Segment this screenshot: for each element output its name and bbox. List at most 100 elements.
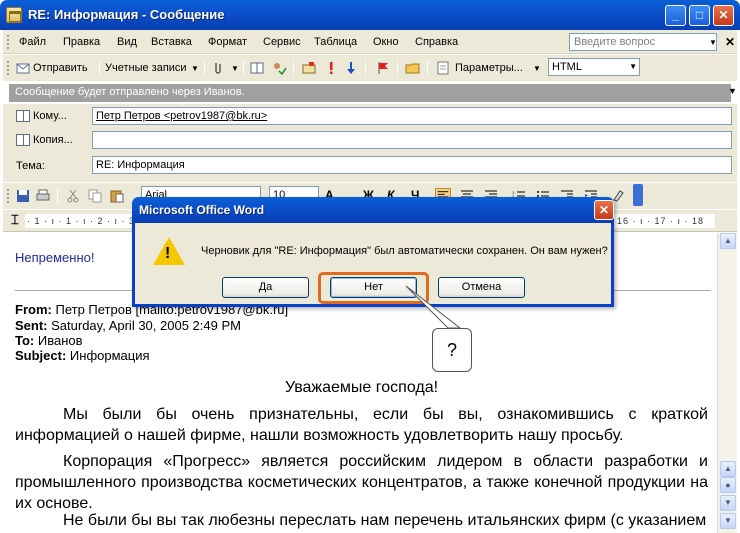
options-button[interactable]: Параметры... — [455, 62, 523, 74]
sent-label: Sent: — [15, 318, 48, 333]
copy-icon[interactable] — [87, 188, 103, 204]
message-format-select[interactable]: HTML ▼ — [548, 58, 640, 76]
menu-format[interactable]: Формат — [208, 36, 247, 48]
flag-envelope-icon[interactable] — [301, 60, 317, 76]
chevron-down-icon[interactable]: ▼ — [709, 38, 717, 47]
menu-edit[interactable]: Правка — [63, 36, 100, 48]
message-icon — [6, 7, 22, 23]
standard-toolbar: Отправить Учетные записи ▼ ▼ Параметры..… — [3, 55, 737, 81]
dialog-close-button[interactable]: ✕ — [594, 200, 614, 220]
menu-table[interactable]: Таблица — [314, 36, 357, 48]
subject-field[interactable]: RE: Информация — [92, 156, 732, 174]
toolbar-separator — [57, 188, 58, 204]
to-button[interactable]: Кому... — [16, 110, 67, 122]
document-icon — [437, 61, 449, 75]
cc-button[interactable]: Копия... — [16, 134, 73, 146]
window-title: RE: Информация - Сообщение — [28, 7, 225, 22]
chevron-down-icon[interactable]: ▼ — [533, 64, 541, 73]
to-line: To: Иванов — [15, 333, 83, 348]
toolbar-separator — [427, 60, 428, 76]
to-value: Иванов — [37, 333, 83, 348]
greeting: Уважаемые господа! — [284, 379, 439, 396]
sent-value: Saturday, April 30, 2005 2:49 PM — [51, 318, 241, 333]
menu-window[interactable]: Окно — [373, 36, 399, 48]
address-book-icon — [16, 110, 30, 122]
from-label: From: — [15, 302, 52, 317]
toolbar-separator — [204, 60, 205, 76]
close-window-button[interactable]: ✕ — [713, 5, 734, 26]
to-label: To: — [15, 333, 35, 348]
tab-selector-icon[interactable]: ⌶ — [11, 212, 19, 228]
next-page-button[interactable]: ▼ — [720, 513, 736, 529]
dialog-title[interactable]: Microsoft Office Word — [132, 197, 614, 223]
chevron-down-icon[interactable]: ▼ — [191, 64, 199, 73]
reply-text: Непременно! — [15, 250, 95, 265]
save-icon[interactable] — [15, 188, 31, 204]
menu-file[interactable]: Файл — [19, 36, 46, 48]
subject-label: Тема: — [16, 160, 45, 172]
help-callout: ? — [432, 328, 472, 372]
chevron-down-icon: ▼ — [629, 62, 637, 71]
to-field[interactable]: Петр Петров <petrov1987@bk.ru> — [92, 107, 732, 125]
high-importance-icon[interactable] — [323, 60, 339, 76]
maximize-button[interactable]: □ — [689, 5, 710, 26]
toolbar-grip[interactable] — [7, 189, 10, 203]
cc-label: Копия... — [33, 134, 73, 146]
scroll-up-button[interactable]: ▲ — [720, 233, 736, 249]
vertical-scrollbar[interactable]: ▲ ▼ ● ▲ ▼ — [717, 233, 737, 533]
minimize-button[interactable]: _ — [665, 5, 686, 26]
toolbar-separator — [99, 60, 100, 76]
info-bar: Сообщение будет отправлено через Иванов. — [9, 84, 731, 102]
options-folder-icon[interactable] — [405, 60, 421, 76]
menu-view[interactable]: Вид — [117, 36, 137, 48]
message-header: Кому... Петр Петров <petrov1987@bk.ru> К… — [3, 104, 737, 182]
paste-icon[interactable] — [109, 188, 125, 204]
print-icon[interactable] — [35, 188, 51, 204]
address-book-icon[interactable] — [249, 60, 265, 76]
menu-help[interactable]: Справка — [415, 36, 458, 48]
menubar: Файл Правка Вид Вставка Формат Сервис Та… — [3, 30, 737, 54]
paragraph: Мы были бы очень признательны, если бы в… — [15, 406, 708, 444]
window-titlebar[interactable]: RE: Информация - Сообщение _ □ ✕ — [0, 0, 740, 30]
toolbar-separator — [397, 60, 398, 76]
subject-value: Информация — [69, 348, 150, 363]
toolbar-separator — [243, 60, 244, 76]
attach-icon[interactable] — [210, 60, 226, 76]
select-browse-object-button[interactable]: ● — [720, 477, 736, 493]
subject-label: Subject: — [15, 348, 67, 363]
ruler-right-marks: 16 · ı · 17 · ı · 18 — [617, 216, 705, 226]
accounts-button[interactable]: Учетные записи — [105, 62, 187, 74]
cc-field[interactable] — [92, 131, 732, 149]
paragraph: Не были бы вы так любезны переслать нам … — [63, 512, 707, 529]
menu-tools[interactable]: Сервис — [263, 36, 301, 48]
message-format-value: HTML — [552, 61, 582, 73]
toolbar-grip[interactable] — [7, 35, 10, 49]
subject-line: Subject: Информация — [15, 348, 150, 363]
menu-insert[interactable]: Вставка — [151, 36, 192, 48]
previous-page-button[interactable]: ▲ — [720, 461, 736, 477]
warning-mark-icon: ! — [165, 245, 171, 262]
low-importance-icon[interactable] — [343, 60, 359, 76]
check-names-icon[interactable] — [271, 60, 287, 76]
cut-icon[interactable] — [65, 188, 81, 204]
sent-line: Sent: Saturday, April 30, 2005 2:49 PM — [15, 318, 241, 333]
scroll-down-button[interactable]: ▼ — [720, 495, 736, 511]
paragraph: Корпорация «Прогресс» является российски… — [15, 453, 708, 512]
to-address[interactable]: Петр Петров <petrov1987@bk.ru> — [96, 110, 267, 122]
chevron-down-icon[interactable]: ▼ — [728, 86, 737, 96]
to-label: Кому... — [33, 110, 67, 122]
send-icon — [16, 63, 30, 74]
send-button[interactable]: Отправить — [33, 62, 88, 74]
follow-up-flag-icon[interactable] — [375, 60, 391, 76]
ruler-left-marks: · 1 · ı · 1 · ı · 2 · ı · 3 — [27, 216, 136, 226]
dialog-message: Черновик для "RE: Информация" был автома… — [201, 245, 608, 257]
toolbar-separator — [293, 60, 294, 76]
help-question-input[interactable]: Введите вопрос — [569, 33, 717, 51]
chevron-down-icon[interactable]: ▼ — [231, 64, 239, 73]
toolbar-separator — [365, 60, 366, 76]
yes-button[interactable]: Да — [222, 277, 309, 298]
address-book-icon — [16, 134, 30, 146]
toolbar-grip[interactable] — [7, 61, 10, 75]
close-document-button[interactable]: ✕ — [725, 35, 735, 49]
toolbar-options-button[interactable] — [633, 184, 643, 206]
